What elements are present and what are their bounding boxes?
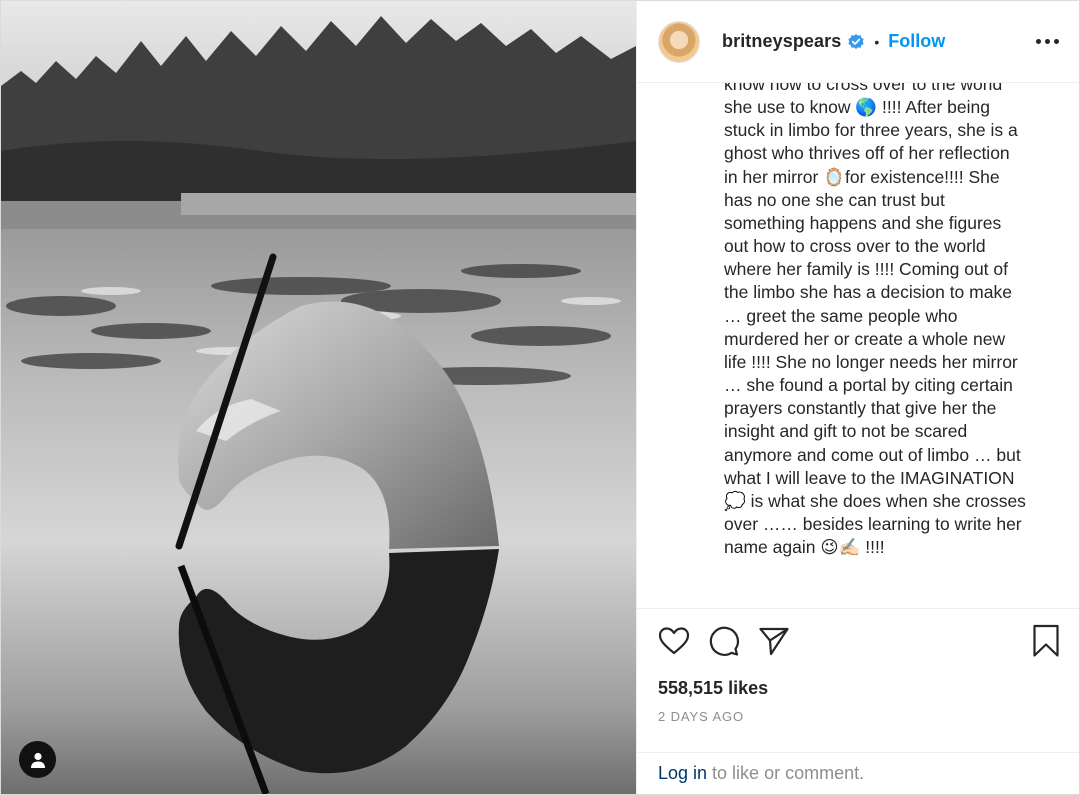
caption-line: out how to cross over to the world [724,236,986,257]
share-icon[interactable] [757,624,791,658]
caption-line: … greet the same people who [724,305,958,326]
caption-line: ghost who thrives off of her reflection [724,143,1010,164]
likes-count[interactable]: 558,515 likes [637,673,1079,703]
heart-icon[interactable] [657,624,691,658]
caption-line: prayers constantly that give her the [724,398,997,419]
caption-line: over …… besides learning to write her [724,513,1022,534]
caption-line: insight and gift to not be scared [724,421,968,442]
comment-icon[interactable] [707,624,741,658]
caption-line: in her mirror 🪞for existence!!!! She [724,166,1000,187]
caption-line: what I will leave to the IMAGINATION [724,467,1015,488]
caption-line: has no one she can trust but [724,189,945,210]
caption-line: stuck in limbo for three years, she is a [724,120,1018,141]
caption-line: 💭 is what she does when she crosses [724,490,1026,511]
bookmark-icon[interactable] [1029,624,1063,658]
caption-line: where her family is !!!! Coming out of [724,259,1008,280]
action-bar [637,609,1079,673]
caption-line: name again 😉✍🏻 !!!! [724,537,885,558]
caption-scroll-area[interactable]: know how to cross over to the world she … [637,83,1079,609]
avatar[interactable] [658,20,700,63]
caption-line: she use to know 🌎 !!!! After being [724,97,990,118]
caption-line: something happens and she figures [724,212,1002,233]
post-details-panel: britneyspears • Follow know how to cross… [636,1,1079,794]
follow-button[interactable]: Follow [888,31,945,52]
login-prompt-text: to like or comment. [712,763,865,783]
more-options-icon[interactable] [1032,33,1063,50]
caption-line: … she found a portal by citing certain [724,375,1013,396]
login-link[interactable]: Log in [658,763,707,784]
separator-dot: • [874,33,880,50]
user-tag-icon[interactable] [19,741,56,778]
post-header: britneyspears • Follow [637,1,1079,83]
post-timestamp: 2 DAYS AGO [658,709,745,724]
caption-line: murdered her or create a whole new [724,328,1006,349]
caption-text: know how to cross over to the world she … [724,83,1063,559]
instagram-post: britneyspears • Follow know how to cross… [0,0,1080,795]
caption-line: the limbo she has a decision to make [724,282,1012,303]
caption-line: know how to cross over to the world [724,83,1003,94]
username-link[interactable]: britneyspears [722,31,841,52]
post-photo[interactable] [1,1,636,794]
photo-scene [1,1,636,794]
login-prompt: Log in to like or comment. [637,752,1079,794]
verified-badge-icon [847,33,865,51]
caption-line: anymore and come out of limbo … but [724,444,1021,465]
caption-line: life !!!! She no longer needs her mirror [724,351,1018,372]
